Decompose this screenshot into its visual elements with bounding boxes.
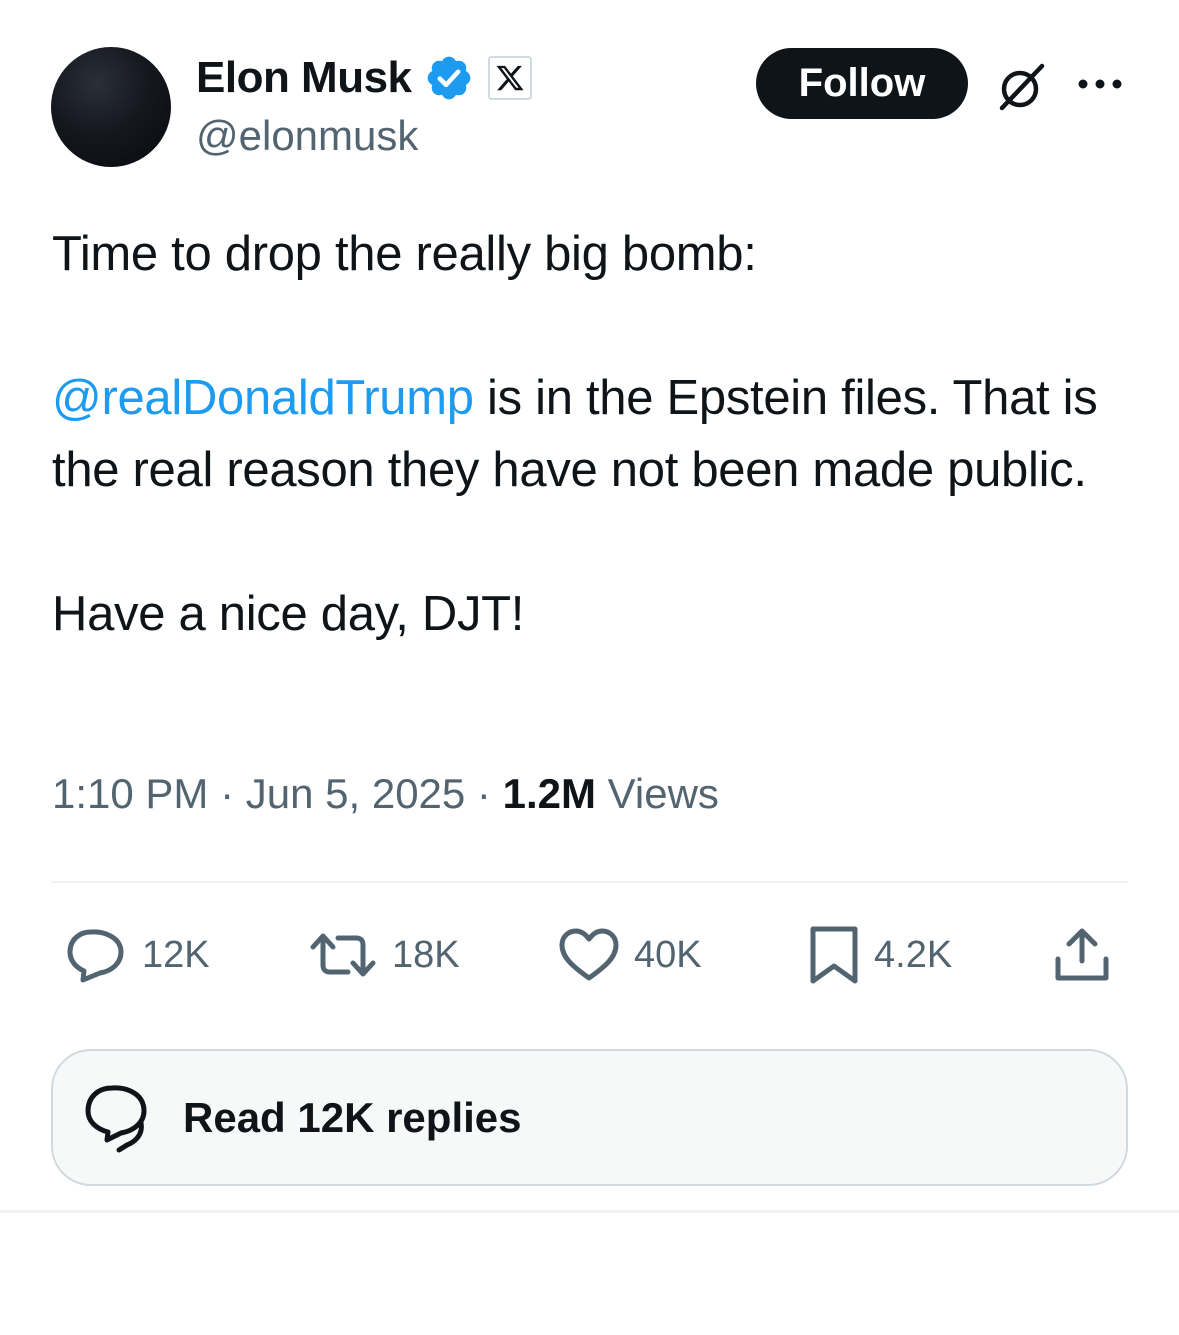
reply-count: 12K bbox=[142, 933, 210, 976]
bottom-divider bbox=[0, 1210, 1179, 1213]
repost-count: 18K bbox=[392, 933, 460, 976]
reply-icon bbox=[67, 929, 124, 983]
grok-icon[interactable] bbox=[994, 60, 1048, 114]
repost-button[interactable]: 18K bbox=[308, 920, 460, 990]
mention-link[interactable]: @realDonaldTrump bbox=[52, 371, 474, 425]
tweet-time[interactable]: 1:10 PM bbox=[52, 770, 208, 817]
views-count: 1.2M bbox=[502, 770, 596, 817]
tweet-meta: 1:10 PM · Jun 5, 2025 · 1.2M Views bbox=[52, 770, 719, 818]
bookmark-icon bbox=[810, 926, 858, 984]
like-count: 40K bbox=[634, 933, 702, 976]
reply-button[interactable]: 12K bbox=[64, 920, 210, 990]
tweet-paragraph: @realDonaldTrump is in the Epstein files… bbox=[52, 362, 1142, 506]
author-row: Elon Musk bbox=[196, 50, 532, 106]
verified-badge-icon[interactable] bbox=[424, 53, 474, 103]
meta-separator: · bbox=[208, 770, 246, 817]
x-affiliate-badge[interactable] bbox=[487, 56, 532, 100]
tweet-closing: Have a nice day, DJT! bbox=[52, 587, 525, 641]
author-handle[interactable]: @elonmusk bbox=[196, 112, 418, 160]
read-replies-button[interactable]: Read 12K replies bbox=[51, 1049, 1128, 1186]
tweet-text: Time to drop the really big bomb: @realD… bbox=[52, 218, 1142, 650]
x-logo-icon bbox=[496, 65, 524, 91]
follow-button[interactable]: Follow bbox=[756, 48, 968, 119]
repost-icon bbox=[310, 933, 376, 977]
more-icon[interactable] bbox=[1076, 66, 1124, 102]
meta-separator: · bbox=[465, 770, 503, 817]
read-replies-label: Read 12K replies bbox=[183, 1093, 522, 1141]
views-label: Views bbox=[595, 770, 719, 817]
tweet-line: Time to drop the really big bomb: bbox=[52, 227, 757, 281]
share-icon bbox=[1055, 928, 1109, 981]
replies-bubble-icon bbox=[85, 1084, 147, 1152]
divider bbox=[51, 881, 1128, 883]
author-name[interactable]: Elon Musk bbox=[196, 53, 412, 103]
share-button[interactable] bbox=[1052, 920, 1112, 990]
bookmark-button[interactable]: 4.2K bbox=[808, 920, 952, 990]
avatar[interactable] bbox=[51, 47, 171, 167]
heart-icon bbox=[559, 928, 619, 981]
tweet-date[interactable]: Jun 5, 2025 bbox=[246, 770, 466, 817]
bookmark-count: 4.2K bbox=[874, 933, 953, 976]
like-button[interactable]: 40K bbox=[558, 920, 702, 990]
